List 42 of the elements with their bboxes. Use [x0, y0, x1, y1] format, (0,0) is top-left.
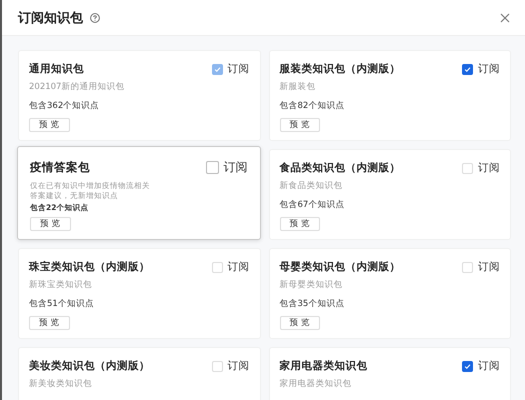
- preview-button[interactable]: 预 览: [280, 316, 320, 330]
- package-description: 家用电器类知识包: [280, 379, 352, 390]
- close-button[interactable]: [499, 12, 511, 24]
- subscribe-label: 订阅: [478, 260, 500, 274]
- preview-button[interactable]: 预 览: [280, 217, 320, 232]
- package-title: 美妆类知识包（内测版）: [29, 360, 151, 372]
- knowledge-count: 包含67个知识点: [280, 200, 346, 212]
- subscribe-checkbox[interactable]: [462, 360, 473, 372]
- package-description: 新母婴类知识包: [280, 280, 344, 292]
- subscribe-label: 订阅: [228, 260, 250, 274]
- preview-button[interactable]: 预 览: [30, 217, 71, 232]
- package-description: 新珠宝类知识包: [29, 280, 93, 292]
- subscribe-label: 订阅: [228, 359, 250, 373]
- check-icon: [464, 362, 471, 370]
- package-description: 202107新的通用知识包: [29, 82, 126, 94]
- subscribe-label: 订阅: [228, 62, 250, 76]
- subscribe-checkbox[interactable]: [206, 161, 218, 174]
- package-title: 母婴类知识包（内测版）: [280, 260, 402, 274]
- subscribe-label: 订阅: [224, 159, 248, 176]
- preview-button[interactable]: 预 览: [29, 316, 70, 330]
- subscribe-checkbox[interactable]: [462, 64, 473, 74]
- preview-button[interactable]: 预 览: [280, 118, 320, 132]
- package-title: 珠宝类知识包（内测版）: [29, 260, 151, 274]
- package-title: 服装类知识包（内测版）: [280, 62, 402, 76]
- package-title: 通用知识包: [29, 62, 85, 76]
- package-title: 家用电器类知识包: [280, 360, 368, 372]
- package-description: 新食品类知识包: [280, 181, 344, 192]
- knowledge-count: 包含51个知识点: [29, 299, 95, 310]
- knowledge-count: 包含82个知识点: [280, 101, 346, 112]
- package-title: 疫情答案包: [30, 160, 91, 174]
- help-icon[interactable]: [90, 12, 100, 22]
- dialog-title: 订阅知识包: [18, 10, 83, 26]
- package-title: 食品类知识包（内测版）: [280, 162, 402, 174]
- subscribe-label: 订阅: [478, 62, 500, 76]
- package-description: 新服装包: [280, 82, 316, 94]
- package-description: 新美妆类知识包: [29, 379, 93, 390]
- knowledge-count: 包含362个知识点: [29, 101, 100, 112]
- subscribe-label: 订阅: [478, 161, 500, 175]
- check-icon: [214, 66, 220, 72]
- check-icon: [464, 66, 471, 72]
- knowledge-count: 包含35个知识点: [280, 299, 346, 310]
- subscribe-label: 订阅: [478, 359, 500, 373]
